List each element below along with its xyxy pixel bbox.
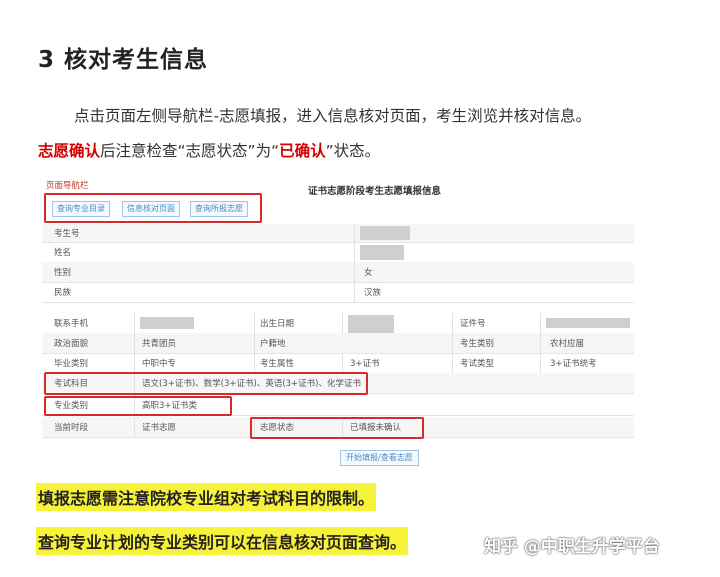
phone-label: 联系手机 (54, 319, 89, 329)
table-row: 毕业类别 中职中专 考生属性 3+证书 考试类型 3+证书统考 (42, 353, 634, 374)
page-title: 证书志愿阶段考生志愿填报信息 (308, 186, 442, 197)
candidate-type-label: 考生类别 (460, 339, 495, 349)
table-row: 性别 女 (42, 262, 634, 283)
highlight-confirm: 志愿确认 (38, 142, 101, 160)
table-row: 考生号 (42, 224, 634, 243)
zhihu-watermark: 知乎 @中职生升学平台 (484, 537, 660, 557)
id-number-label: 证件号 (460, 319, 486, 329)
exam-type-value: 3+证书统考 (550, 359, 597, 369)
graduation-type-label: 毕业类别 (54, 359, 89, 369)
ethnicity-value: 汉族 (364, 288, 382, 298)
household-label: 户籍地 (260, 339, 286, 349)
gender-value: 女 (364, 268, 373, 278)
candidate-type-value: 农村应届 (550, 339, 585, 349)
portal-screenshot: 页面导航栏 证书志愿阶段考生志愿填报信息 查询专业目录 信息核对页面 查询所报志… (38, 177, 638, 467)
phone-redacted (140, 317, 194, 329)
exam-subjects-highlight (44, 372, 368, 395)
nav-bar-title: 页面导航栏 (46, 181, 89, 191)
name-redacted (360, 245, 404, 260)
note-exam-subjects: 填报志愿需注意院校专业组对考试科目的限制。 (36, 483, 377, 511)
birthdate-label: 出生日期 (260, 319, 295, 329)
candidate-no-label: 考生号 (54, 229, 80, 239)
status-instruction: 志愿确认后注意检查“志愿状态”为“已确认”状态。 (38, 140, 380, 162)
candidate-no-redacted (360, 226, 410, 240)
political-status-label: 政治面貌 (54, 339, 89, 349)
major-category-highlight (44, 396, 232, 416)
gender-label: 性别 (54, 268, 72, 278)
query-major-catalog-button[interactable]: 查询专业目录 (52, 201, 110, 217)
table-row: 民族 汉族 (42, 282, 634, 303)
instruction-mid: 后注意检查“志愿状态”为“ (100, 142, 280, 160)
instruction-paragraph: 点击页面左侧导航栏-志愿填报，进入信息核对页面，考生浏览并核对信息。 (74, 107, 592, 125)
wish-status-highlight (250, 417, 424, 439)
table-row: 联系手机 出生日期 证件号 (42, 313, 634, 351)
exam-type-label: 考试类型 (460, 359, 495, 369)
name-label: 姓名 (54, 248, 72, 258)
highlight-confirmed: 已确认 (279, 142, 326, 160)
instruction-end: ”状态。 (325, 142, 381, 160)
section-heading: 3 核对考生信息 (38, 47, 209, 73)
info-check-page-button[interactable]: 信息核对页面 (122, 201, 180, 217)
id-number-redacted (546, 318, 630, 328)
graduation-type-value: 中职中专 (142, 359, 177, 369)
query-applied-wishes-button[interactable]: 查询所报志愿 (190, 201, 248, 217)
note-major-category: 查询专业计划的专业类别可以在信息核对页面查询。 (36, 527, 409, 555)
current-stage-value: 证书志愿 (142, 423, 177, 433)
table-row: 姓名 (42, 242, 634, 263)
current-stage-label: 当前时段 (54, 423, 89, 433)
ethnicity-label: 民族 (54, 288, 72, 298)
start-fill-button[interactable]: 开始填报/查看志愿 (340, 450, 419, 466)
table-row: 政治面貌 共青团员 户籍地 考生类别 农村应届 (42, 333, 634, 354)
candidate-attr-value: 3+证书 (350, 359, 380, 369)
political-status-value: 共青团员 (142, 339, 177, 349)
candidate-attr-label: 考生属性 (260, 359, 295, 369)
